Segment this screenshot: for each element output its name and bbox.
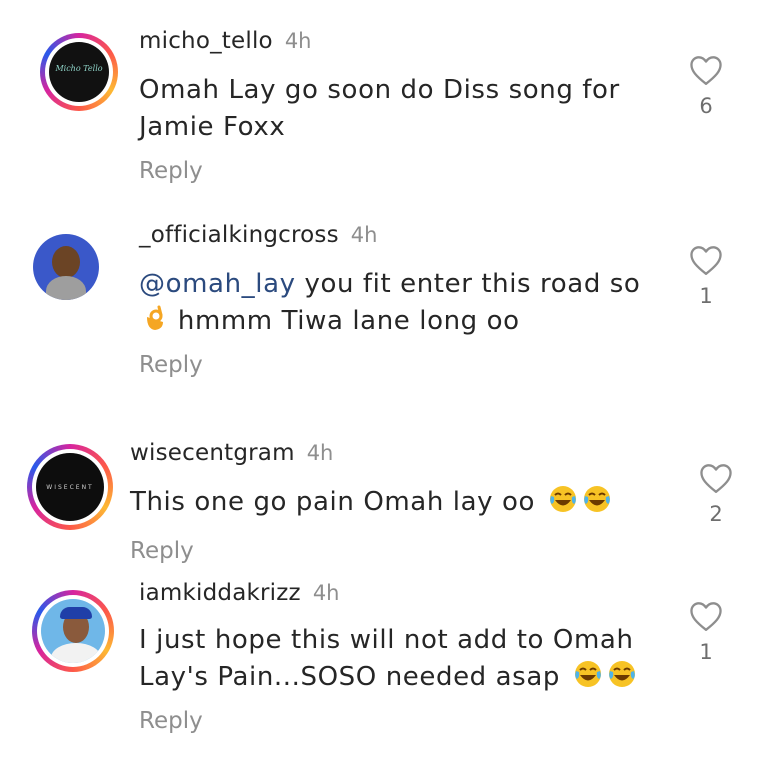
username[interactable]: iamkiddakrizz [139,580,301,606]
avatar[interactable]: Micho Tello [40,33,118,111]
like-column: 1 [681,244,731,308]
like-column: 1 [681,600,731,664]
comment-line: Lay's Pain...SOSO needed asap [139,659,637,696]
comment-line: @omah_lay you fit enter this road so [139,266,640,303]
heart-outline-icon[interactable] [688,54,724,86]
avatar-logo-text: WISECENT [46,484,94,491]
username[interactable]: micho_tello [139,28,273,54]
comment-line-text: hmmm Tiwa lane long oo [169,306,520,336]
heart-outline-icon[interactable] [698,462,734,494]
avatar[interactable]: WISECENT [27,444,113,530]
comment-text: This one go pain Omah lay oo [130,484,612,521]
ok-hand-icon [147,305,163,330]
like-count: 2 [709,502,723,526]
like-column: 2 [691,462,741,526]
face-with-tears-of-joy-icon [549,486,576,512]
avatar-signature-text: Micho Tello [55,64,103,73]
comment-text: Omah Lay go soon do Diss song for Jamie … [139,72,620,146]
comment-line-text: Lay's Pain...SOSO needed asap [139,662,560,692]
avatar[interactable] [33,234,99,300]
reply-button[interactable]: Reply [139,708,203,734]
reply-button[interactable]: Reply [139,158,203,184]
timestamp: 4h [284,29,312,53]
comment-line: Jamie Foxx [139,112,286,142]
timestamp: 4h [350,223,378,247]
face-with-tears-of-joy-icon [574,661,601,687]
avatar-body [51,643,101,663]
username[interactable]: _officialkingcross [139,222,339,248]
reply-button[interactable]: Reply [130,538,194,564]
like-count: 6 [699,94,713,118]
timestamp: 4h [312,581,340,605]
comment-line: hmmm Tiwa lane long oo [139,303,640,340]
face-with-tears-of-joy-icon [608,661,635,687]
face-with-tears-of-joy-icon [583,486,610,512]
avatar-body [46,276,86,300]
comment-text: @omah_lay you fit enter this road so hmm… [139,266,640,340]
comment-line: I just hope this will not add to Omah [139,625,634,655]
avatar-cap [60,607,92,619]
username[interactable]: wisecentgram [130,440,295,466]
comment-line-text: This one go pain Omah lay oo [130,487,536,517]
comment-line-text: you fit enter this road so [295,269,641,299]
heart-outline-icon[interactable] [688,244,724,276]
like-count: 1 [699,284,713,308]
avatar[interactable] [32,590,114,672]
timestamp: 4h [306,441,334,465]
reply-button[interactable]: Reply [139,352,203,378]
comment-line: Omah Lay go soon do Diss song for [139,75,620,105]
avatar-head [52,246,80,278]
like-column: 6 [681,54,731,118]
like-count: 1 [699,640,713,664]
heart-outline-icon[interactable] [688,600,724,632]
mention-link[interactable]: @omah_lay [139,269,296,299]
comment-text: I just hope this will not add to Omah La… [139,622,637,696]
